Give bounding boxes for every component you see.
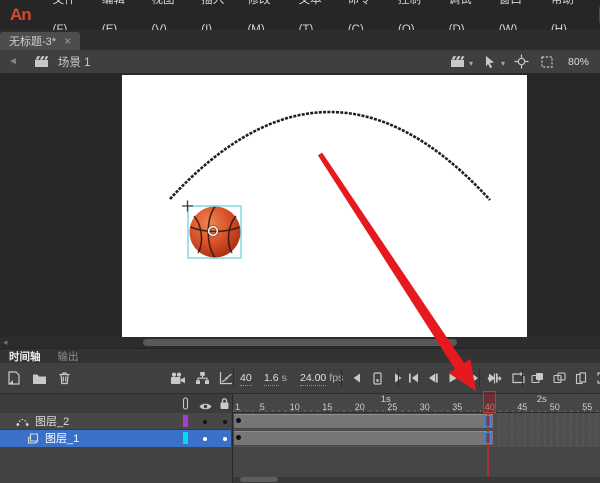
document-title: 无标题-3* [9,33,56,49]
layer-visibility-dot[interactable] [203,420,207,424]
graph-editor-button[interactable] [218,370,234,386]
frame-grid[interactable] [233,413,600,447]
edit-scene-dropdown-icon[interactable]: ▾ [469,59,473,70]
add-camera-button[interactable] [170,370,186,386]
stage-drawing [122,75,527,337]
timeline-panel-tabs: 时间轴 输出 [0,349,600,363]
tab-timeline[interactable]: 时间轴 [9,349,41,364]
layer-row-selected[interactable]: 图层_1 [0,430,231,447]
go-to-first-frame-button[interactable] [405,370,421,386]
edit-bar-right-controls: ▾ ▾ 80% [450,54,593,70]
tab-output[interactable]: 输出 [58,349,79,364]
center-frame-button[interactable] [486,370,502,386]
playhead-marker[interactable] [483,391,496,413]
timeline-ruler[interactable]: 1s2s 1510152025303540455055 [233,394,600,413]
close-icon[interactable]: × [64,35,71,47]
frame-marker-icon[interactable] [369,370,385,386]
layer-name: 图层_1 [45,430,79,446]
frame-rate-field[interactable]: 24.00fps [300,372,343,384]
layer-visibility-dot[interactable] [203,437,207,441]
stage-horizontal-scrollbar[interactable]: ◂ [0,337,600,348]
edit-multiple-frames-button[interactable] [573,370,589,386]
layer-lock-dot[interactable] [223,437,227,441]
scene-clapperboard-icon [34,54,50,70]
layer-list: 图层_2 图层_1 [0,413,231,447]
layer-outline-color-swatch [183,432,188,444]
onion-skin-outlines-button[interactable] [551,370,567,386]
document-tab-bar: 无标题-3* × [0,30,600,50]
motion-guide-path[interactable] [170,112,490,200]
clip-content-icon[interactable] [539,54,555,70]
back-arrow-icon[interactable]: ◄ [8,56,18,67]
app-logo[interactable]: An [10,5,31,25]
stage-scrollbar-thumb[interactable] [143,339,457,346]
new-folder-button[interactable] [31,370,47,386]
center-stage-icon[interactable] [514,54,530,70]
elapsed-time-field[interactable]: 1.6s [264,372,287,384]
edit-scene-icon[interactable] [450,54,466,70]
show-parenting-button[interactable] [194,370,210,386]
empty-frames[interactable] [493,430,600,446]
frames-panel: 1s2s 1510152025303540455055 [232,394,600,483]
keyframe-dot [236,435,241,440]
ruler-ticks [233,410,600,412]
layer-name: 图层_2 [35,413,69,429]
document-tab[interactable]: 无标题-3* × [0,32,80,50]
loop-playback-button[interactable] [510,370,526,386]
step-back-button[interactable] [425,370,441,386]
frame-row-guide[interactable] [233,413,600,430]
edit-symbols-icon[interactable] [482,54,498,70]
scene-name: 场景 1 [58,54,91,70]
stage-canvas[interactable] [122,75,527,337]
edit-bar: ◄ 场景 1 ▾ ▾ 80% [0,50,600,73]
layer-lock-dot[interactable] [223,420,227,424]
empty-frames[interactable] [493,413,600,429]
keyframe-dot [236,418,241,423]
timeline-horizontal-scrollbar[interactable] [233,477,600,483]
frame-span[interactable] [234,414,493,428]
frame-span[interactable] [234,431,493,445]
delete-button[interactable] [56,370,72,386]
ruler-time-label: 2s [537,394,547,405]
timeline-body: 图层_2 图层_1 [0,393,600,483]
onion-skin-button[interactable] [529,370,545,386]
layers-panel: 图层_2 图层_1 [0,394,231,483]
layers-header [0,394,231,413]
basketball-symbol[interactable] [182,201,241,259]
modify-markers-button[interactable] [595,370,600,386]
normal-layer-icon [27,433,39,444]
animate-app-window: An 文件(F)编辑(E)视图(V)插入(I)修改(M)文本(T)命令(C)控制… [0,0,600,483]
edit-symbols-dropdown-icon[interactable]: ▾ [501,59,505,70]
layer-row-guide[interactable]: 图层_2 [0,413,231,430]
loop-range-prev-icon[interactable] [348,370,364,386]
snap-crosshair-icon [182,201,193,212]
stage-zoom-level[interactable]: 80% [564,55,593,69]
play-button[interactable] [445,370,461,386]
selected-end-frame[interactable] [484,415,491,427]
menu-bar: An 文件(F)编辑(E)视图(V)插入(I)修改(M)文本(T)命令(C)控制… [0,0,600,30]
pasteboard: ◂ [0,73,600,348]
motion-guide-layer-icon [16,416,29,426]
timeline-scrollbar-thumb[interactable] [240,477,278,482]
new-layer-button[interactable] [6,370,22,386]
menu-items: 文件(F)编辑(E)视图(V)插入(I)修改(M)文本(T)命令(C)控制(O)… [43,0,591,30]
selected-end-frame[interactable] [484,432,491,444]
timeline-panel: 时间轴 输出 [0,348,600,483]
current-frame-field[interactable]: 40 [240,372,252,384]
frame-row-layer1[interactable] [233,430,600,447]
layer-outline-color-swatch [183,415,188,427]
scroll-left-icon[interactable]: ◂ [3,337,8,348]
timeline-toolbar: 40 1.6s 24.00fps [0,363,600,393]
